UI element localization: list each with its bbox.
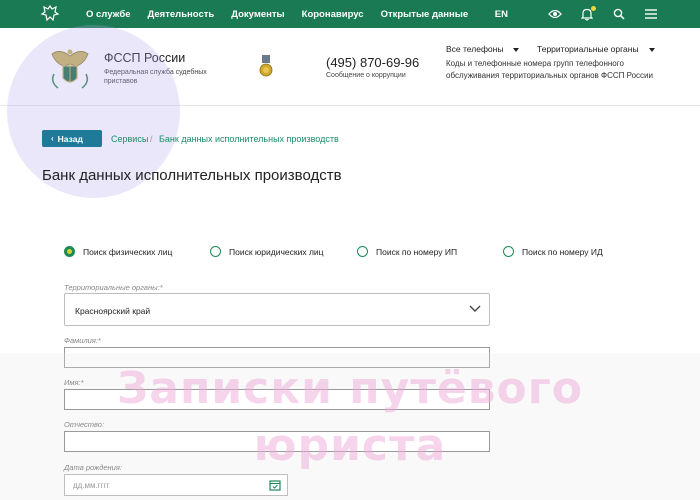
radio-circle[interactable] xyxy=(357,246,368,257)
firstname-input[interactable] xyxy=(64,389,490,410)
region-select[interactable]: Красноярский край xyxy=(64,293,490,326)
radio-ip-number[interactable]: Поиск по номеру ИП xyxy=(357,246,457,257)
caret-down-icon xyxy=(513,47,520,52)
radio-label: Поиск физических лиц xyxy=(83,246,173,257)
patronymic-label: Отчество: xyxy=(64,420,105,429)
birthdate-label: Дата рождения: xyxy=(64,463,122,472)
search-icon[interactable] xyxy=(612,7,626,21)
hotline-phone[interactable]: (495) 870-69-96 xyxy=(326,55,419,70)
emblem-icon[interactable] xyxy=(40,5,60,23)
all-phones-dropdown[interactable]: Все телефоны xyxy=(446,44,520,54)
fssp-logo-icon[interactable] xyxy=(44,44,96,92)
header-description: Коды и телефонные номера групп телефонно… xyxy=(446,59,653,80)
birthdate-input[interactable]: дд.мм.гггг xyxy=(64,474,288,496)
hotline-caption[interactable]: Сообщение о коррупции xyxy=(326,72,406,79)
top-navigation-bar: О службе Деятельность Документы Коронави… xyxy=(0,0,700,28)
brand-subtitle: Федеральная служба судебных приставов xyxy=(104,69,207,85)
radio-label: Поиск по номеру ИП xyxy=(376,246,458,257)
radio-id-number[interactable]: Поиск по номеру ИД xyxy=(503,246,603,257)
calendar-icon[interactable] xyxy=(269,479,281,491)
breadcrumb-separator: / xyxy=(150,134,153,144)
back-button-label: Назад xyxy=(57,133,83,144)
region-label: Территориальные органы:* xyxy=(64,283,163,292)
medal-icon xyxy=(259,55,273,77)
breadcrumb-services[interactable]: Сервисы xyxy=(111,134,148,144)
radio-label: Поиск юридических лиц xyxy=(229,246,324,257)
lastname-label: Фамилия:* xyxy=(64,336,101,345)
patronymic-input[interactable] xyxy=(64,431,490,452)
menu-icon[interactable] xyxy=(644,7,658,21)
breadcrumb-current[interactable]: Банк данных исполнительных производств xyxy=(159,134,339,144)
brand-title[interactable]: ФССП России xyxy=(104,51,185,65)
regions-dropdown[interactable]: Территориальные органы xyxy=(537,44,655,54)
notification-dot xyxy=(591,6,596,11)
radio-individuals[interactable]: Поиск физических лиц xyxy=(64,246,172,257)
chevron-left-icon: ‹ xyxy=(51,134,54,143)
all-phones-label: Все телефоны xyxy=(446,44,504,54)
radio-circle[interactable] xyxy=(64,246,75,257)
nav-open-data[interactable]: Открытые данные xyxy=(381,9,469,20)
nav-coronavirus[interactable]: Коронавирус xyxy=(302,9,364,20)
region-select-value: Красноярский край xyxy=(75,306,151,316)
lastname-input[interactable] xyxy=(64,347,490,368)
birthdate-placeholder: дд.мм.гггг xyxy=(73,481,110,490)
caret-down-icon xyxy=(648,47,655,52)
page-title: Банк данных исполнительных производств xyxy=(42,167,342,184)
main-menu: О службе Деятельность Документы Коронави… xyxy=(86,0,485,28)
firstname-label: Имя:* xyxy=(64,378,84,387)
nav-about[interactable]: О службе xyxy=(86,9,131,20)
back-button[interactable]: ‹ Назад xyxy=(42,130,102,147)
nav-documents[interactable]: Документы xyxy=(231,9,284,20)
eye-icon[interactable] xyxy=(548,7,562,21)
radio-circle[interactable] xyxy=(503,246,514,257)
chevron-down-icon xyxy=(469,305,481,312)
radio-legal-entities[interactable]: Поиск юридических лиц xyxy=(210,246,324,257)
radio-label: Поиск по номеру ИД xyxy=(522,246,603,257)
bell-icon[interactable] xyxy=(580,6,596,21)
regions-label: Территориальные органы xyxy=(537,44,639,54)
nav-activity[interactable]: Деятельность xyxy=(148,9,215,20)
radio-circle[interactable] xyxy=(210,246,221,257)
language-switch[interactable]: EN xyxy=(495,9,508,20)
top-tools: EN xyxy=(495,0,658,28)
